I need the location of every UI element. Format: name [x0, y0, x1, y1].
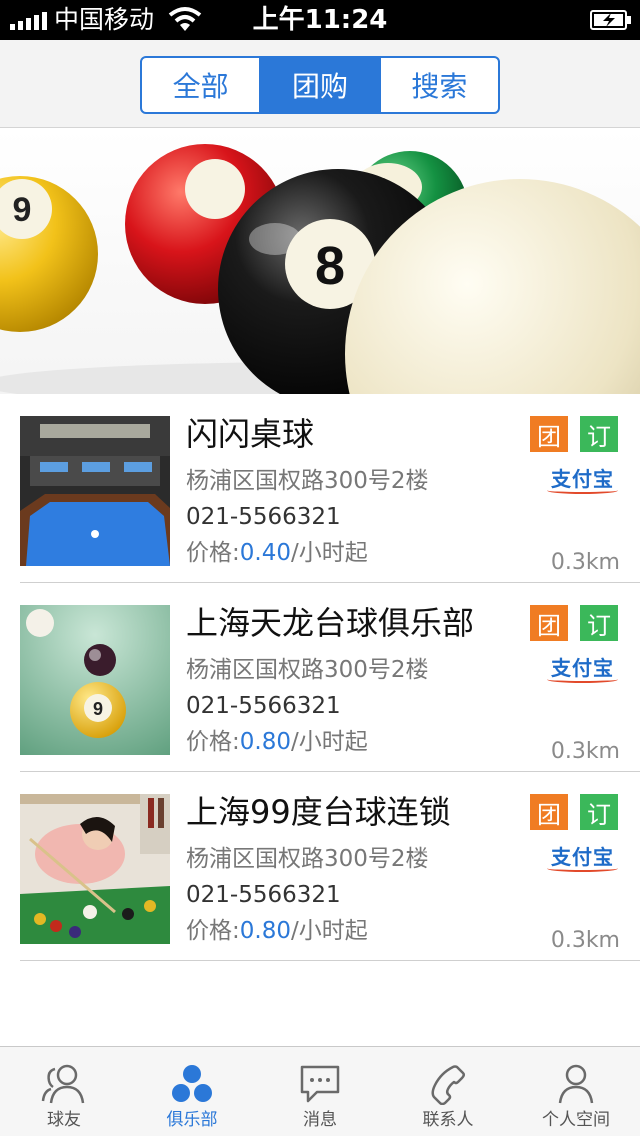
club-distance: 0.3km — [550, 550, 620, 575]
promo-banner[interactable]: 9 8 — [0, 129, 640, 394]
price-unit: /小时起 — [290, 729, 368, 755]
club-name: 闪闪桌球 — [186, 415, 315, 453]
club-price: 价格:0.40/小时起 — [186, 538, 368, 568]
alipay-logo: 支付宝 — [547, 467, 618, 494]
tab-club[interactable]: 俱乐部 — [128, 1047, 256, 1136]
club-address: 杨浦区国权路300号2楼 — [186, 657, 429, 683]
tab-profile[interactable]: 个人空间 — [512, 1047, 640, 1136]
price-value: 0.40 — [239, 540, 291, 566]
price-unit: /小时起 — [290, 540, 368, 566]
tab-friends[interactable]: 球友 — [0, 1047, 128, 1136]
group-buy-badge: 团 — [530, 794, 568, 830]
phone-icon — [427, 1059, 469, 1109]
booking-badge: 订 — [580, 794, 618, 830]
tab-search[interactable]: 搜索 — [381, 58, 498, 112]
message-icon — [299, 1059, 341, 1109]
club-name: 上海99度台球连锁 — [186, 793, 451, 831]
club-list-item[interactable]: 闪闪桌球 杨浦区国权路300号2楼 021-5566321 价格:0.40/小时… — [20, 394, 640, 583]
price-label: 价格: — [186, 540, 240, 566]
club-list-item[interactable]: 9 上海天龙台球俱乐部 杨浦区国权路300号2楼 021-5566321 价格:… — [20, 583, 640, 772]
club-address: 杨浦区国权路300号2楼 — [186, 468, 429, 494]
app-root: 中国移动 上午11:24 全部 团购 搜索 9 8 闪闪桌球 杨浦区国权路300… — [0, 0, 640, 1136]
group-buy-badge: 团 — [530, 605, 568, 641]
club-list: 闪闪桌球 杨浦区国权路300号2楼 021-5566321 价格:0.40/小时… — [20, 394, 640, 961]
alipay-logo: 支付宝 — [547, 845, 618, 872]
club-phone[interactable]: 021-5566321 — [186, 691, 341, 721]
billiard-balls-image: 9 8 — [0, 144, 640, 394]
svg-text:9: 9 — [93, 699, 103, 719]
club-phone[interactable]: 021-5566321 — [186, 880, 341, 910]
club-distance: 0.3km — [550, 928, 620, 953]
club-distance: 0.3km — [550, 739, 620, 764]
club-icon — [171, 1059, 213, 1109]
tab-label: 联系人 — [422, 1110, 474, 1130]
price-label: 价格: — [186, 729, 240, 755]
tab-label: 球友 — [47, 1110, 81, 1130]
price-unit: /小时起 — [290, 918, 368, 944]
club-photo — [20, 416, 170, 566]
tab-messages[interactable]: 消息 — [256, 1047, 384, 1136]
club-address: 杨浦区国权路300号2楼 — [186, 846, 429, 872]
tab-label: 个人空间 — [542, 1110, 610, 1130]
club-price: 价格:0.80/小时起 — [186, 727, 368, 757]
group-buy-badge: 团 — [530, 416, 568, 452]
club-price: 价格:0.80/小时起 — [186, 916, 368, 946]
svg-text:8: 8 — [315, 236, 345, 296]
club-list-item[interactable]: 上海99度台球连锁 杨浦区国权路300号2楼 021-5566321 价格:0.… — [20, 772, 640, 961]
tab-label: 俱乐部 — [166, 1110, 218, 1130]
friends-icon — [41, 1059, 87, 1109]
person-icon — [555, 1059, 597, 1109]
svg-text:9: 9 — [13, 191, 32, 229]
club-photo — [20, 794, 170, 944]
price-label: 价格: — [186, 918, 240, 944]
club-phone[interactable]: 021-5566321 — [186, 502, 341, 532]
bottom-tab-bar: 球友 俱乐部 消息 联系人 个人空间 — [0, 1046, 640, 1136]
price-value: 0.80 — [239, 918, 291, 944]
status-bar: 中国移动 上午11:24 — [0, 0, 640, 40]
tab-group-buy[interactable]: 团购 — [261, 58, 381, 112]
club-photo: 9 — [20, 605, 170, 755]
header-bar: 全部 团购 搜索 — [0, 40, 640, 128]
booking-badge: 订 — [580, 605, 618, 641]
tab-label: 消息 — [303, 1110, 337, 1130]
club-name: 上海天龙台球俱乐部 — [186, 604, 475, 642]
segmented-control: 全部 团购 搜索 — [140, 56, 500, 114]
alipay-logo: 支付宝 — [547, 656, 618, 683]
status-time: 上午11:24 — [252, 5, 388, 35]
price-value: 0.80 — [239, 729, 291, 755]
battery-charging-icon — [590, 10, 632, 34]
tab-contacts[interactable]: 联系人 — [384, 1047, 512, 1136]
tab-all[interactable]: 全部 — [142, 58, 262, 112]
booking-badge: 订 — [580, 416, 618, 452]
